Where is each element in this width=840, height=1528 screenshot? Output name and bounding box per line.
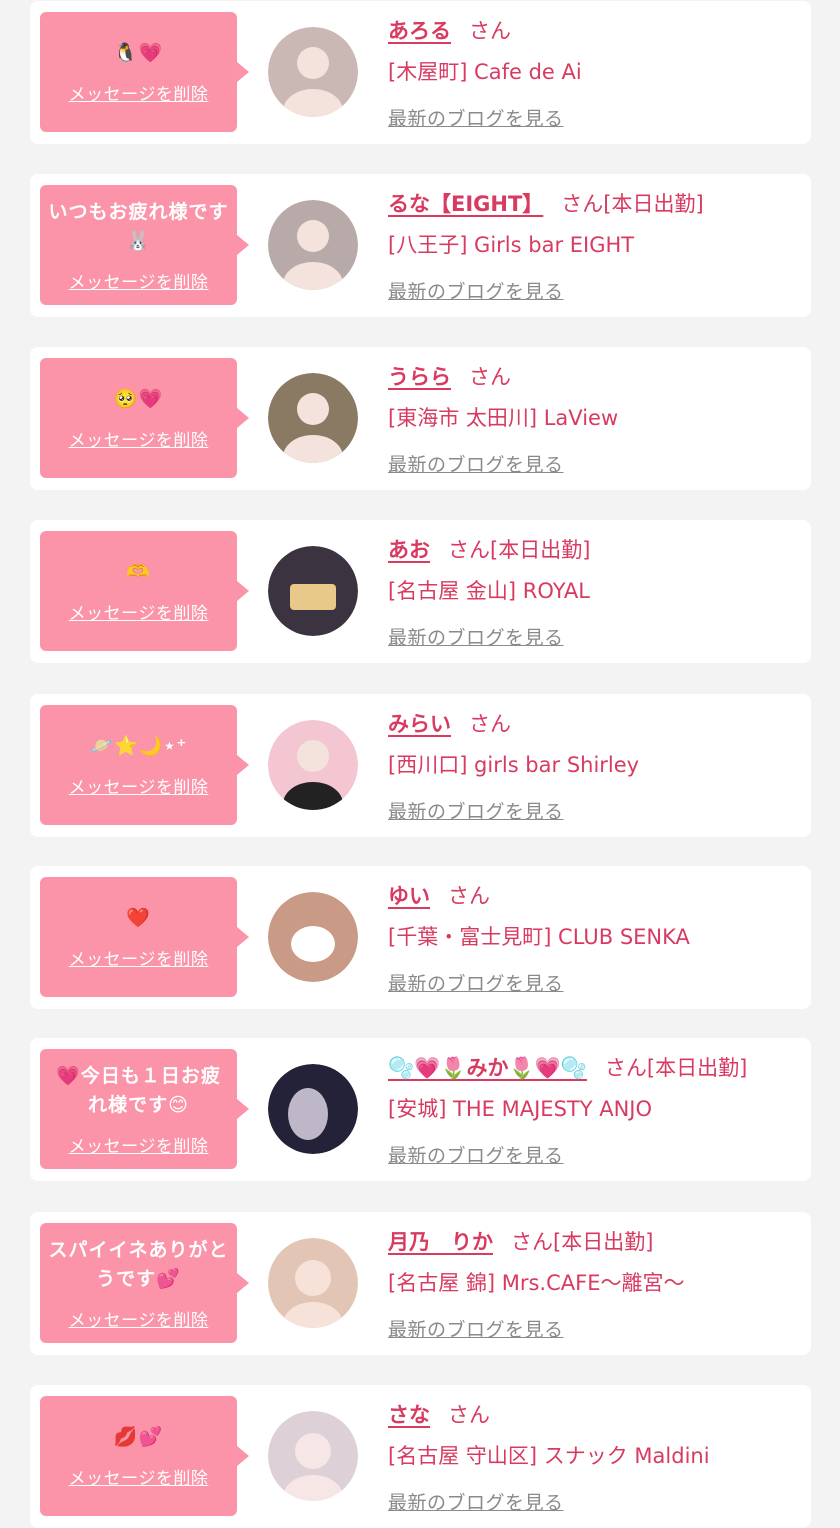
shop-name: [名古屋 守山区] スナック Maldini bbox=[388, 1444, 710, 1468]
delete-message-link[interactable]: メッセージを削除 bbox=[69, 1306, 209, 1331]
shop-name: [八王子] Girls bar EIGHT bbox=[388, 233, 635, 257]
message-text: 🥺💗 bbox=[113, 388, 164, 410]
cast-name-line: 🫧💗🌷みか🌷💗🫧 さん[本日出勤] bbox=[388, 1052, 747, 1082]
avatar[interactable] bbox=[268, 1238, 358, 1328]
honorific: さん bbox=[561, 192, 604, 216]
message-text: 🪐⭐🌙⋆⁺ bbox=[89, 735, 188, 757]
latest-blog-link[interactable]: 最新のブログを見る bbox=[388, 104, 564, 131]
attendance-status: [本日出勤] bbox=[603, 192, 704, 216]
cast-name-link[interactable]: あお bbox=[388, 538, 430, 562]
delete-message-link[interactable]: メッセージを削除 bbox=[69, 1132, 209, 1157]
delete-message-link[interactable]: メッセージを削除 bbox=[69, 599, 209, 624]
cast-card: ❤️ メッセージを削除 ゆい さん [千葉・富士見町] CLUB SENKA 最新… bbox=[30, 866, 811, 1009]
cast-name-line: あお さん[本日出勤] bbox=[388, 534, 590, 564]
cast-name-link[interactable]: みらい bbox=[388, 712, 451, 736]
honorific: さん bbox=[469, 19, 511, 43]
avatar[interactable] bbox=[268, 546, 358, 636]
message-text: いつもお疲れ様です🐰 bbox=[48, 200, 229, 252]
cast-name-link[interactable]: あろる bbox=[388, 19, 451, 43]
avatar[interactable] bbox=[268, 1411, 358, 1501]
message-bubble: 🥺💗 メッセージを削除 bbox=[40, 358, 249, 478]
delete-message-link[interactable]: メッセージを削除 bbox=[69, 426, 209, 451]
message-bubble: いつもお疲れ様です🐰 メッセージを削除 bbox=[40, 185, 249, 305]
cast-name-line: るな【EIGHT】 さん[本日出勤] bbox=[388, 188, 704, 218]
message-text: スパイイネありがとうです💕 bbox=[48, 1238, 229, 1290]
honorific: さん bbox=[604, 1056, 647, 1080]
honorific: さん bbox=[448, 884, 490, 908]
favorite-cast-list: 🐧💗 メッセージを削除 あろる さん [木屋町] Cafe de Ai 最新のブロ… bbox=[0, 0, 840, 1528]
message-bubble: スパイイネありがとうです💕 メッセージを削除 bbox=[40, 1223, 249, 1343]
avatar[interactable] bbox=[268, 200, 358, 290]
message-bubble: ❤️ メッセージを削除 bbox=[40, 877, 249, 997]
latest-blog-link[interactable]: 最新のブログを見る bbox=[388, 1141, 564, 1168]
cast-card: 🥺💗 メッセージを削除 うらら さん [東海市 太田川] LaView 最新のブロ… bbox=[30, 347, 811, 490]
attendance-status: [本日出勤] bbox=[553, 1230, 654, 1254]
cast-card: 💋💕 メッセージを削除 さな さん [名古屋 守山区] スナック Maldini … bbox=[30, 1385, 811, 1528]
delete-message-link[interactable]: メッセージを削除 bbox=[69, 80, 209, 105]
latest-blog-link[interactable]: 最新のブログを見る bbox=[388, 1315, 564, 1342]
avatar[interactable] bbox=[268, 1064, 358, 1154]
cast-card: いつもお疲れ様です🐰 メッセージを削除 るな【EIGHT】 さん[本日出勤] [八… bbox=[30, 174, 811, 317]
cast-name-link[interactable]: うらら bbox=[388, 365, 451, 389]
delete-message-link[interactable]: メッセージを削除 bbox=[69, 945, 209, 970]
avatar[interactable] bbox=[268, 892, 358, 982]
attendance-status: [本日出勤] bbox=[490, 538, 591, 562]
message-bubble: 🪐⭐🌙⋆⁺ メッセージを削除 bbox=[40, 705, 249, 825]
cast-name-link[interactable]: ゆい bbox=[388, 884, 430, 908]
attendance-status: [本日出勤] bbox=[646, 1056, 748, 1080]
cast-card: 💗今日も１日お疲れ様です😊 メッセージを削除 🫧💗🌷みか🌷💗🫧 さん[本日出勤] … bbox=[30, 1038, 811, 1181]
message-text: 🫶 bbox=[126, 561, 151, 583]
cast-name-link[interactable]: るな【EIGHT】 bbox=[388, 192, 543, 216]
shop-name: [木屋町] Cafe de Ai bbox=[388, 60, 582, 84]
message-bubble: 🫶 メッセージを削除 bbox=[40, 531, 249, 651]
cast-name-link[interactable]: 🫧💗🌷みか🌷💗🫧 bbox=[388, 1056, 587, 1080]
latest-blog-link[interactable]: 最新のブログを見る bbox=[388, 969, 564, 996]
delete-message-link[interactable]: メッセージを削除 bbox=[69, 1464, 209, 1489]
honorific: さん bbox=[511, 1230, 553, 1254]
latest-blog-link[interactable]: 最新のブログを見る bbox=[388, 623, 564, 650]
cast-name-line: みらい さん bbox=[388, 708, 511, 738]
cast-name-link[interactable]: 月乃 りか bbox=[388, 1230, 493, 1254]
message-text: 💋💕 bbox=[113, 1426, 164, 1448]
cast-card: 🪐⭐🌙⋆⁺ メッセージを削除 みらい さん [西川口] girls bar Shi… bbox=[30, 694, 811, 837]
cast-name-link[interactable]: さな bbox=[388, 1403, 430, 1427]
cast-name-line: 月乃 りか さん[本日出勤] bbox=[388, 1226, 653, 1256]
cast-name-line: さな さん bbox=[388, 1399, 490, 1429]
latest-blog-link[interactable]: 最新のブログを見る bbox=[388, 450, 564, 477]
latest-blog-link[interactable]: 最新のブログを見る bbox=[388, 1488, 564, 1515]
avatar[interactable] bbox=[268, 27, 358, 117]
honorific: さん bbox=[448, 538, 490, 562]
message-bubble: 🐧💗 メッセージを削除 bbox=[40, 12, 249, 132]
avatar[interactable] bbox=[268, 373, 358, 463]
shop-name: [安城] THE MAJESTY ANJO bbox=[388, 1097, 653, 1121]
cast-card: 🫶 メッセージを削除 あお さん[本日出勤] [名古屋 金山] ROYAL 最新の… bbox=[30, 520, 811, 663]
message-bubble: 💗今日も１日お疲れ様です😊 メッセージを削除 bbox=[40, 1049, 249, 1169]
cast-card: スパイイネありがとうです💕 メッセージを削除 月乃 りか さん[本日出勤] [名古… bbox=[30, 1212, 811, 1355]
shop-name: [名古屋 金山] ROYAL bbox=[388, 579, 590, 603]
message-text: 🐧💗 bbox=[113, 42, 164, 64]
avatar[interactable] bbox=[268, 720, 358, 810]
delete-message-link[interactable]: メッセージを削除 bbox=[69, 268, 209, 293]
cast-card: 🐧💗 メッセージを削除 あろる さん [木屋町] Cafe de Ai 最新のブロ… bbox=[30, 1, 811, 144]
message-text: 💗今日も１日お疲れ様です😊 bbox=[56, 1064, 221, 1116]
shop-name: [千葉・富士見町] CLUB SENKA bbox=[388, 925, 690, 949]
honorific: さん bbox=[469, 712, 511, 736]
latest-blog-link[interactable]: 最新のブログを見る bbox=[388, 277, 564, 304]
shop-name: [東海市 太田川] LaView bbox=[388, 406, 619, 430]
cast-name-line: ゆい さん bbox=[388, 880, 490, 910]
honorific: さん bbox=[469, 365, 511, 389]
honorific: さん bbox=[448, 1403, 490, 1427]
delete-message-link[interactable]: メッセージを削除 bbox=[69, 773, 209, 798]
message-text: ❤️ bbox=[126, 907, 151, 929]
shop-name: [名古屋 錦] Mrs.CAFE〜離宮〜 bbox=[388, 1271, 685, 1295]
shop-name: [西川口] girls bar Shirley bbox=[388, 753, 640, 777]
latest-blog-link[interactable]: 最新のブログを見る bbox=[388, 797, 564, 824]
cast-name-line: うらら さん bbox=[388, 361, 511, 391]
cast-name-line: あろる さん bbox=[388, 15, 511, 45]
message-bubble: 💋💕 メッセージを削除 bbox=[40, 1396, 249, 1516]
